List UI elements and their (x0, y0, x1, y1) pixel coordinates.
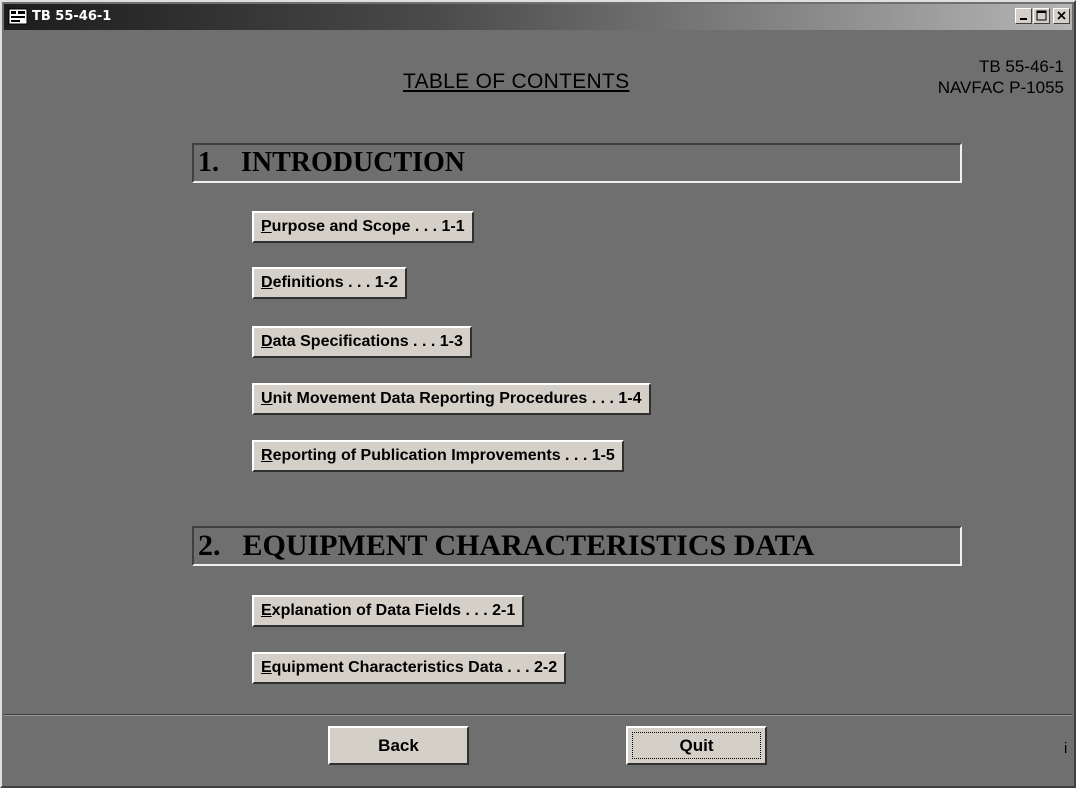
hotkey-letter: U (261, 390, 273, 407)
section-title: EQUIPMENT CHARACTERISTICS DATA (242, 529, 815, 562)
button-label: eporting of Publication Improvements . .… (272, 447, 615, 464)
close-button[interactable] (1053, 8, 1070, 24)
footer-divider (4, 714, 1072, 716)
button-label: nit Movement Data Reporting Procedures .… (272, 390, 642, 407)
unit-movement-reporting-button[interactable]: Unit Movement Data Reporting Procedures … (252, 383, 651, 415)
maximize-icon (1036, 10, 1047, 21)
navfac-id: NAVFAC P-1055 (937, 78, 1064, 97)
purpose-and-scope-button[interactable]: Purpose and Scope . . . 1-1 (252, 211, 474, 243)
hotkey-letter: R (261, 447, 273, 464)
app-window: TB 55-46-1 TABLE OF CONTENTS TB 55-46-1 … (0, 0, 1076, 788)
section-header-equipment-data: 2. EQUIPMENT CHARACTERISTICS DATA (192, 526, 962, 566)
equipment-characteristics-data-button[interactable]: Equipment Characteristics Data . . . 2-2 (252, 652, 567, 684)
hotkey-letter: E (261, 659, 272, 676)
section-title: INTRODUCTION (241, 147, 466, 178)
section-number: 1. (198, 147, 219, 178)
minimize-icon (1020, 18, 1027, 20)
quit-button[interactable]: Quit (626, 726, 767, 765)
page-title: TABLE OF CONTENTS (403, 70, 630, 93)
app-icon (8, 7, 28, 27)
document-identifiers: TB 55-46-1 NAVFAC P-1055 (938, 56, 1064, 98)
data-specifications-button[interactable]: Data Specifications . . . 1-3 (252, 326, 472, 358)
hotkey-letter: D (261, 333, 273, 350)
window-title: TB 55-46-1 (32, 9, 112, 24)
button-label: urpose and Scope . . . 1-1 (271, 218, 465, 235)
hotkey-letter: E (261, 602, 272, 619)
button-label: efinitions . . . 1-2 (272, 274, 398, 291)
section-number: 2. (198, 529, 221, 562)
toc-content: TABLE OF CONTENTS TB 55-46-1 NAVFAC P-10… (4, 30, 1072, 710)
section-header-introduction: 1. INTRODUCTION (192, 143, 962, 183)
button-label: quipment Characteristics Data . . . 2-2 (271, 659, 558, 676)
doc-id: TB 55-46-1 (978, 57, 1064, 76)
maximize-button[interactable] (1033, 8, 1050, 24)
title-bar[interactable]: TB 55-46-1 (4, 4, 1072, 30)
info-indicator: i (1064, 740, 1068, 757)
explanation-of-data-fields-button[interactable]: Explanation of Data Fields . . . 2-1 (252, 595, 525, 627)
hotkey-letter: P (261, 218, 272, 235)
close-icon (1057, 11, 1066, 20)
button-label: xplanation of Data Fields . . . 2-1 (271, 602, 516, 619)
minimize-button[interactable] (1015, 8, 1032, 24)
focus-ring (632, 732, 761, 759)
publication-improvements-button[interactable]: Reporting of Publication Improvements . … (252, 440, 624, 472)
hotkey-letter: D (261, 274, 273, 291)
button-label: ata Specifications . . . 1-3 (272, 333, 463, 350)
back-button[interactable]: Back (328, 726, 469, 765)
definitions-button[interactable]: Definitions . . . 1-2 (252, 267, 407, 299)
